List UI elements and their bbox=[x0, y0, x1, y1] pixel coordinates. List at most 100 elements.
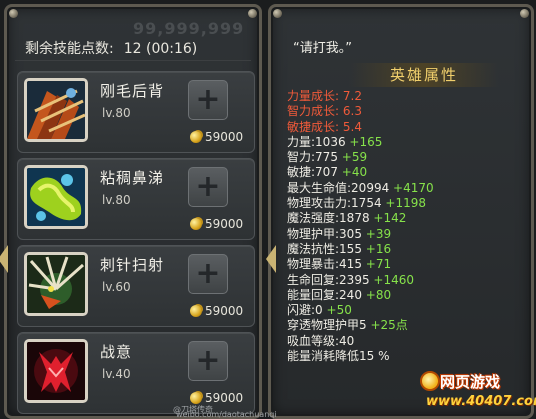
skills-panel: 99,999,999 剩余技能点数: 12 (00:16) 刚毛后背 lv.80 … bbox=[4, 4, 262, 419]
skill-level: lv.40 bbox=[102, 367, 131, 381]
rivet bbox=[9, 9, 18, 18]
growth-label: 力量成长: bbox=[287, 89, 340, 103]
upgrade-skill-button[interactable]: + bbox=[188, 167, 228, 207]
stat-row: 魔法强度:1878 +142 bbox=[287, 211, 434, 226]
stat-row: 物理攻击力:1754 +1198 bbox=[287, 196, 434, 211]
remaining-skill-points: 剩余技能点数: 12 (00:16) bbox=[25, 38, 197, 58]
gold-coin-icon bbox=[190, 392, 202, 404]
viscous-nasal-goo-icon bbox=[24, 165, 88, 229]
stat-row: 智力:775 +59 bbox=[287, 150, 434, 165]
stat-label: 物理攻击力:1754 bbox=[287, 196, 382, 211]
weibo-url: weibo.com/daotachuanqi bbox=[176, 410, 277, 419]
cost-value: 59000 bbox=[205, 391, 244, 405]
gold-coin-icon bbox=[190, 218, 202, 230]
skill-name: 粘稠鼻涕 bbox=[100, 169, 165, 187]
stat-bonus: +142 bbox=[373, 211, 407, 226]
stat-label: 物理护甲:305 bbox=[287, 226, 362, 241]
stat-bonus: +71 bbox=[365, 257, 392, 272]
stat-row: 穿透物理护甲5 +25点 bbox=[287, 318, 434, 333]
stat-row: 力量:1036 +165 bbox=[287, 135, 434, 150]
skill-level: lv.80 bbox=[102, 106, 131, 120]
hero-attributes-panel: “请打我。” 英雄属性 力量成长: 7.2 智力成长: 6.3 敏捷成长: 5.… bbox=[268, 4, 534, 419]
stat-row: 吸血等级:40 bbox=[287, 334, 434, 349]
stat-row: 物理暴击:415 +71 bbox=[287, 257, 434, 272]
stat-label: 力量:1036 bbox=[287, 134, 346, 149]
stat-bonus: +50 bbox=[326, 303, 352, 318]
rivet bbox=[273, 9, 282, 18]
stat-label: 敏捷:707 bbox=[287, 165, 338, 180]
next-arrow-icon[interactable] bbox=[266, 245, 276, 273]
skill-name: 战意 bbox=[100, 343, 133, 361]
gold-coin-icon bbox=[190, 131, 202, 143]
rivet bbox=[520, 9, 529, 18]
growth-row: 力量成长: 7.2 bbox=[287, 89, 434, 104]
gold-coin-icon bbox=[190, 305, 202, 317]
stat-row: 魔法抗性:155 +16 bbox=[287, 242, 434, 257]
bristleback-back-icon bbox=[24, 78, 88, 142]
growth-value: 7.2 bbox=[342, 89, 362, 103]
upgrade-skill-button[interactable]: + bbox=[188, 254, 228, 294]
skill-row-bristleback[interactable]: 刚毛后背 lv.80 + 59000 bbox=[17, 71, 255, 153]
stat-label: 物理暴击:415 bbox=[287, 257, 362, 272]
growth-label: 敏捷成长: bbox=[287, 119, 340, 134]
stat-bonus: +59 bbox=[341, 150, 368, 165]
stat-row: 闪避:0 +50 bbox=[287, 303, 434, 318]
skill-level: lv.60 bbox=[102, 280, 131, 294]
growth-value: 6.3 bbox=[342, 104, 362, 119]
attributes-title: 英雄属性 bbox=[349, 63, 499, 87]
stat-row: 物理护甲:305 +39 bbox=[287, 227, 434, 242]
site-logo: 网页游戏 www.40407.com bbox=[414, 366, 536, 419]
skill-cost: 59000 bbox=[190, 130, 243, 144]
stat-row: 敏捷:707 +40 bbox=[287, 165, 434, 180]
stat-bonus: +1460 bbox=[373, 272, 415, 287]
rivet bbox=[248, 9, 257, 18]
hero-quote: “请打我。” bbox=[293, 41, 352, 56]
stat-row: 能量回复:240 +80 bbox=[287, 288, 434, 303]
stat-row: 生命回复:2395 +1460 bbox=[287, 273, 434, 288]
remaining-label: 剩余技能点数: bbox=[25, 41, 114, 57]
skill-name: 刚毛后背 bbox=[100, 82, 165, 100]
attribute-list: 力量成长: 7.2 智力成长: 6.3 敏捷成长: 5.4 力量:1036 +1… bbox=[287, 89, 434, 364]
stat-label: 闪避:0 bbox=[287, 303, 323, 318]
cost-value: 59000 bbox=[205, 217, 244, 231]
skill-cost: 59000 bbox=[190, 304, 243, 318]
mascot-icon bbox=[420, 371, 440, 391]
stat-label: 吸血等级:40 bbox=[287, 333, 355, 348]
logo-url: www.40407.com bbox=[426, 394, 536, 409]
skill-level: lv.80 bbox=[102, 193, 131, 207]
skill-cost: 59000 bbox=[190, 391, 243, 405]
growth-row: 智力成长: 6.3 bbox=[287, 104, 434, 119]
logo-title: 网页游戏 bbox=[440, 373, 501, 391]
growth-value: 5.4 bbox=[342, 119, 362, 134]
growth-label: 智力成长: bbox=[287, 104, 340, 119]
stat-bonus: +16 bbox=[365, 241, 392, 256]
cost-value: 59000 bbox=[205, 304, 244, 318]
stat-bonus: +1198 bbox=[385, 196, 427, 211]
stat-label: 智力:775 bbox=[287, 150, 338, 165]
skill-row-quill-spray[interactable]: 刺针扫射 lv.60 + 59000 bbox=[17, 245, 255, 327]
stat-label: 生命回复:2395 bbox=[287, 272, 370, 287]
skill-row-warpath[interactable]: 战意 lv.40 + 59000 bbox=[17, 332, 255, 414]
warpath-icon bbox=[24, 339, 88, 403]
stat-bonus: +40 bbox=[341, 165, 368, 180]
faded-gold-amount: 99,999,999 bbox=[133, 19, 245, 38]
stat-label: 最大生命值:20994 bbox=[287, 180, 390, 195]
quill-spray-icon bbox=[24, 252, 88, 316]
stat-label: 魔法抗性:155 bbox=[287, 241, 362, 256]
stat-label: 能量回复:240 bbox=[287, 287, 362, 302]
growth-row: 敏捷成长: 5.4 bbox=[287, 120, 434, 135]
previous-arrow-icon[interactable] bbox=[0, 245, 8, 273]
skill-row-goo[interactable]: 粘稠鼻涕 lv.80 + 59000 bbox=[17, 158, 255, 240]
stat-row: 能量消耗降低15 % bbox=[287, 349, 434, 364]
cost-value: 59000 bbox=[205, 130, 244, 144]
stat-bonus: +4170 bbox=[393, 180, 434, 195]
stat-bonus: +25点 bbox=[370, 318, 408, 333]
upgrade-skill-button[interactable]: + bbox=[188, 341, 228, 381]
skill-cost: 59000 bbox=[190, 217, 243, 231]
stat-bonus: +80 bbox=[365, 287, 392, 302]
stat-label: 魔法强度:1878 bbox=[287, 211, 370, 226]
stat-row: 最大生命值:20994 +4170 bbox=[287, 181, 434, 196]
stat-bonus: +39 bbox=[365, 226, 392, 241]
stat-label: 穿透物理护甲5 bbox=[287, 318, 367, 333]
upgrade-skill-button[interactable]: + bbox=[188, 80, 228, 120]
